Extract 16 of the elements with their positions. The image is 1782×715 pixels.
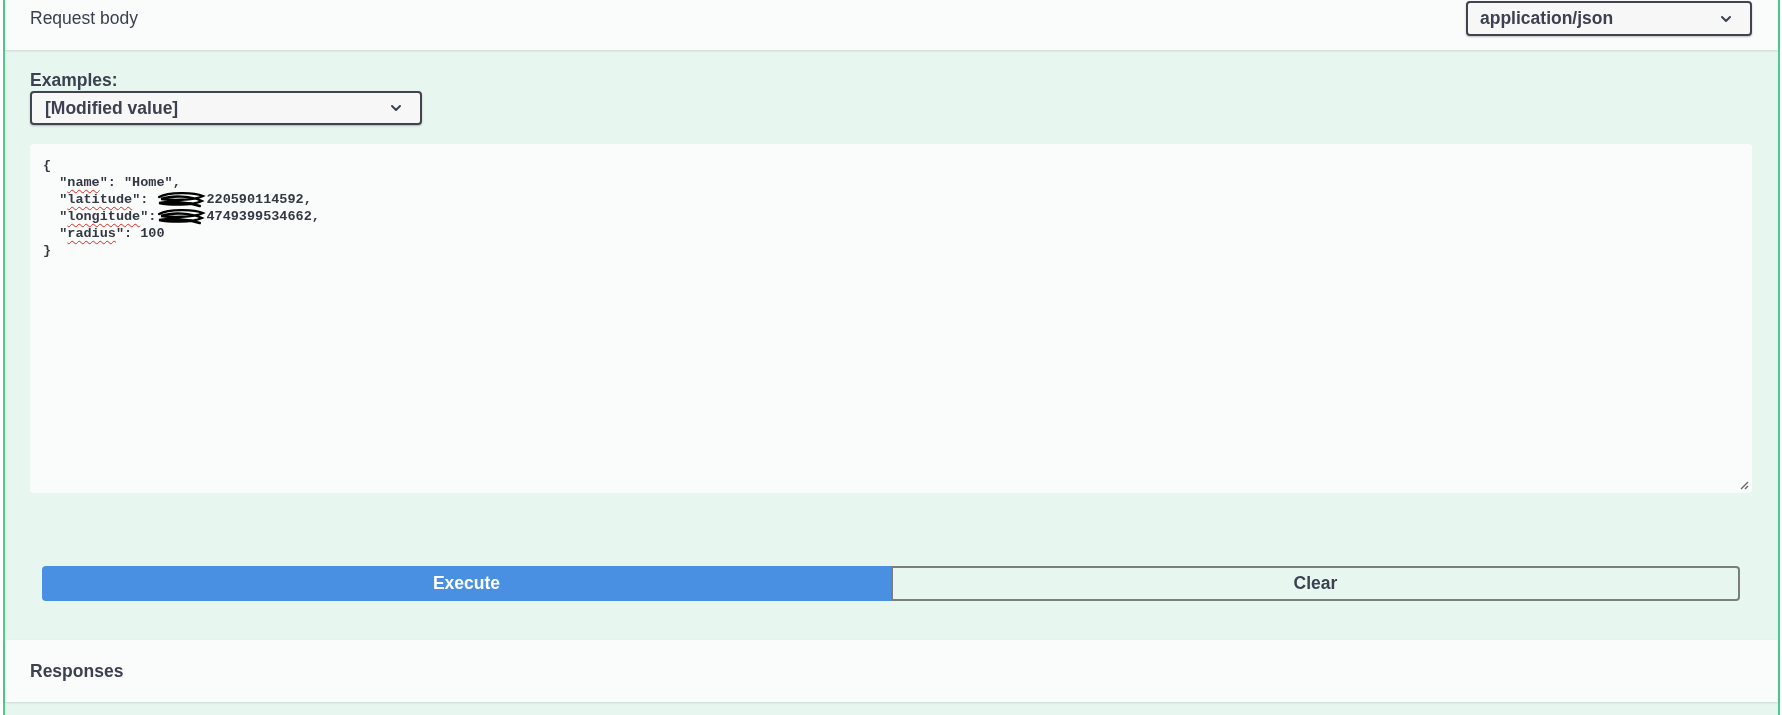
code-text: 220590114592,	[206, 192, 312, 207]
content-type-select[interactable]: application/json	[1466, 1, 1752, 36]
code-text: 4749399534662,	[206, 209, 320, 224]
code-text: "radius": 100	[59, 226, 165, 241]
code-text: "latitude":	[59, 192, 149, 207]
code-text: }	[43, 243, 52, 258]
examples-label: Examples:	[30, 70, 118, 90]
request-body-title: Request body	[30, 7, 138, 30]
request-body-editor[interactable]: { "name": "Home", "latitude": 220590114592, "longitude": 4749399534662, "radius": 100 }	[30, 144, 1752, 493]
code-text: "longitude":	[59, 209, 157, 224]
examples-select[interactable]: [Modified value]	[30, 91, 422, 125]
code-text: {	[43, 158, 52, 173]
clear-button[interactable]: Clear	[891, 566, 1740, 601]
code-text: "name": "Home",	[59, 175, 181, 190]
responses-title: Responses	[30, 659, 124, 683]
resize-handle-icon[interactable]	[1740, 481, 1749, 490]
